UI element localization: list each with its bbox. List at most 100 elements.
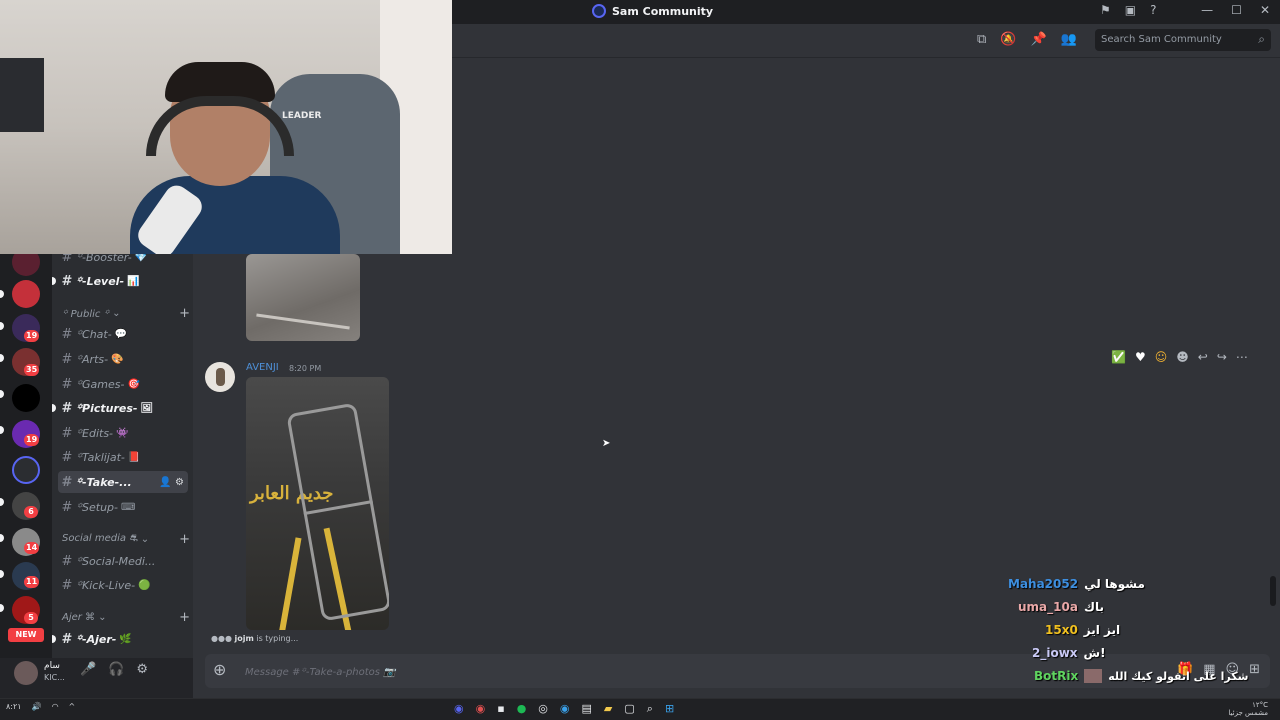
- terminal-app-icon[interactable]: ▪: [497, 702, 504, 716]
- explorer-app-icon[interactable]: ▰: [604, 702, 612, 716]
- header-icons: ⧉ 🔕 📌 👥: [977, 32, 1077, 47]
- channel-setup[interactable]: # ꙳Setup- ⌨: [58, 496, 188, 518]
- avatar[interactable]: [14, 661, 38, 685]
- channel-games[interactable]: # ꙳Games- 🎯: [58, 373, 188, 395]
- unread-indicator: [0, 322, 4, 330]
- server-badge: 19: [24, 434, 40, 446]
- heart-reaction-icon[interactable]: ♥: [1135, 350, 1146, 364]
- overlay-chat-user: BotRix: [1034, 669, 1079, 683]
- hash-icon: #: [61, 376, 73, 392]
- chevron-up-icon[interactable]: ^: [69, 702, 76, 711]
- gear-icon[interactable]: ⚙: [136, 662, 148, 677]
- image-glasses: [286, 402, 389, 622]
- forward-icon[interactable]: ↪: [1217, 350, 1227, 364]
- server-icon[interactable]: [12, 280, 40, 308]
- volume-icon[interactable]: 🔊: [32, 702, 42, 711]
- server-icon[interactable]: [12, 384, 40, 412]
- channel-emoji: 🎨: [111, 353, 124, 365]
- flag-icon[interactable]: ⚑: [1100, 3, 1111, 17]
- channel-chat[interactable]: # ꙳Chat- 💬: [58, 323, 188, 345]
- unread-indicator: [0, 426, 4, 434]
- member-list-icon[interactable]: 👥: [1061, 32, 1077, 47]
- channel-edits[interactable]: # ꙳Edits- 👾: [58, 422, 188, 444]
- steam-app-icon[interactable]: ◎: [538, 702, 548, 716]
- edge-app-icon[interactable]: ◉: [560, 702, 570, 716]
- threads-icon[interactable]: ⧉: [977, 32, 986, 47]
- image-road-line: [276, 537, 302, 630]
- channel-taklijat[interactable]: # ꙳Taklijat- 📕: [58, 446, 188, 468]
- search-icon[interactable]: ⌕: [647, 702, 653, 716]
- discord-app-icon[interactable]: ◉: [454, 702, 464, 716]
- category-social-media[interactable]: Social media ⛐ ⌄ +: [62, 530, 190, 548]
- minimize-icon[interactable]: —: [1201, 3, 1213, 17]
- channel-social-media[interactable]: # ꙳Social-Medi...: [58, 550, 188, 572]
- channel-kick-live[interactable]: # ꙳Kick-Live- 🟢: [58, 574, 188, 596]
- message-timestamp: 8:20 PM: [289, 364, 322, 373]
- composer-placeholder: Message #꙳-Take-a-photos 📷: [245, 667, 396, 678]
- headphones-icon[interactable]: 🎧: [108, 662, 124, 677]
- discord-window: Sam Community ⚑ ▣ ? — ☐ ✕ ⧉ 🔕 📌 👥 Search…: [0, 0, 1280, 720]
- scrollbar[interactable]: [1270, 576, 1276, 606]
- server-logo-icon: [592, 4, 606, 18]
- channel-pictures[interactable]: # ꙳Pictures- 🖼: [58, 397, 188, 419]
- category-ajer[interactable]: Ajer ⌘ ⌄ +: [62, 608, 190, 626]
- pin-icon[interactable]: 📌: [1030, 32, 1046, 47]
- taskbar-tray-left: ٨:٢١ 🔊 ◠ ^: [6, 702, 75, 711]
- webcam-tv: [0, 58, 44, 132]
- notification-bell-icon[interactable]: 🔕: [1000, 32, 1016, 47]
- unread-indicator: [52, 277, 56, 285]
- search-input[interactable]: Search Sam Community ⌕: [1095, 29, 1271, 51]
- overlay-chat-user: 2_iowx: [1032, 646, 1078, 660]
- typing-indicator: ●●● jojm is typing...: [211, 634, 298, 643]
- channel-label: ꙳Kick-Live-: [76, 578, 136, 592]
- overlay-chat-line: Maha2052 مشوها لي: [1008, 577, 1145, 591]
- windows-start-icon[interactable]: ⊞: [665, 702, 674, 716]
- previous-image-attachment[interactable]: [246, 254, 360, 341]
- typing-text: is typing...: [253, 634, 299, 643]
- close-icon[interactable]: ✕: [1260, 3, 1270, 17]
- overlay-chat-text: ايز ايز: [1083, 623, 1121, 637]
- add-reaction-icon[interactable]: ☻: [1176, 350, 1189, 364]
- channel-sidebar: # ꙳-Booster- 💎 # ꙳-Level- 📊 ꙳ Public ꙳ ⌄…: [52, 250, 193, 658]
- avatar[interactable]: [205, 362, 235, 392]
- screen-share-icon[interactable]: ▣: [1125, 3, 1136, 17]
- add-channel-icon[interactable]: +: [179, 306, 190, 321]
- channel-arts[interactable]: # ꙳Arts- 🎨: [58, 348, 188, 370]
- channel-take-a-photos[interactable]: # ꙳-Take-... 👤 ⚙: [58, 471, 188, 493]
- overlay-chat-text: باك: [1083, 600, 1104, 614]
- obs-app-icon[interactable]: ◉: [476, 702, 486, 716]
- weather-temp: ١٢°C: [1252, 701, 1268, 709]
- server-badge: 14: [24, 542, 40, 554]
- face-reaction-icon[interactable]: ☺: [1155, 350, 1168, 364]
- category-label: ꙳ Public ꙳: [62, 309, 110, 320]
- add-channel-icon[interactable]: +: [179, 610, 190, 625]
- channel-label: ꙳Arts-: [76, 352, 109, 366]
- store-app-icon[interactable]: ▤: [582, 702, 592, 716]
- hash-icon: #: [61, 577, 73, 593]
- image-attachment[interactable]: جديم العابر: [246, 377, 389, 630]
- maximize-icon[interactable]: ☐: [1231, 3, 1242, 17]
- reply-icon[interactable]: ↩: [1198, 350, 1208, 364]
- channel-level[interactable]: # ꙳-Level- 📊: [58, 270, 188, 292]
- channel-label: ꙳Chat-: [76, 327, 112, 341]
- checkmark-reaction-icon[interactable]: ✅: [1111, 350, 1126, 364]
- message-author[interactable]: AVENJI: [246, 362, 279, 373]
- channel-emoji: 🟢: [138, 579, 151, 591]
- help-icon[interactable]: ?: [1150, 3, 1156, 17]
- channel-settings-icons[interactable]: 👤 ⚙: [159, 477, 184, 488]
- category-public[interactable]: ꙳ Public ꙳ ⌄ +: [62, 304, 190, 322]
- channel-label: ꙳Social-Medi...: [76, 554, 156, 568]
- folder-icon[interactable]: [12, 456, 40, 484]
- apps-icon[interactable]: ⊞: [1249, 662, 1260, 677]
- hash-icon: #: [61, 449, 73, 465]
- add-channel-icon[interactable]: +: [179, 532, 190, 547]
- microphone-icon[interactable]: 🎤: [80, 662, 96, 677]
- more-options-icon[interactable]: ⋯: [1236, 350, 1248, 364]
- wifi-icon[interactable]: ◠: [52, 702, 59, 711]
- spotify-app-icon[interactable]: ●: [517, 702, 527, 716]
- user-name: سام: [44, 661, 60, 671]
- category-label: Social media ⛐: [62, 532, 138, 544]
- add-attachment-icon[interactable]: ⊕: [213, 660, 226, 679]
- channel-ajer[interactable]: # ꙳-Ajer- 🌿: [58, 628, 188, 650]
- files-app-icon[interactable]: ▢: [624, 702, 634, 716]
